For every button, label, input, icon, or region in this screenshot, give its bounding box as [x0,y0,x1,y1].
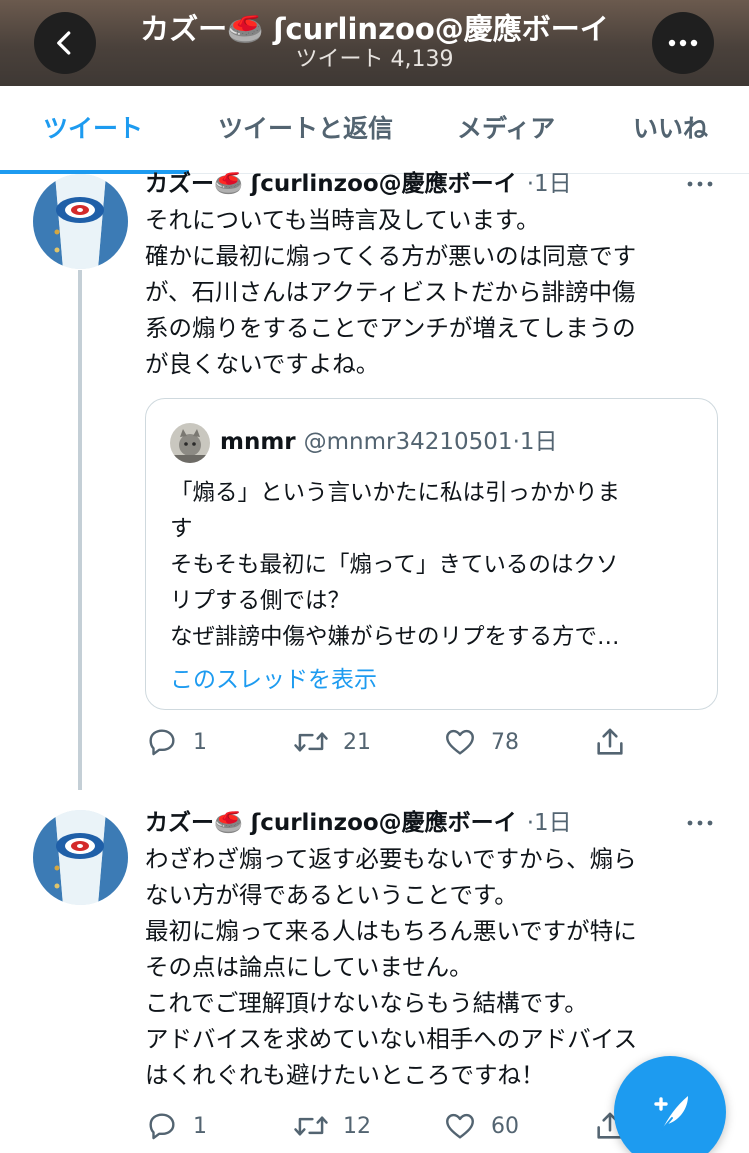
tweet-more-button[interactable] [680,168,720,200]
tweet-header: カズー🥌 ʃcurlinzoo@慶應ボーイ ·1日 [145,807,572,839]
tab-media[interactable]: メディア [457,86,555,174]
share-button[interactable] [593,722,627,762]
tweet-text-line: 確かに最初に煽ってくる方が悪いのは同意です [145,242,637,270]
like-button[interactable]: 78 [443,722,519,762]
reply-count: 1 [193,1113,207,1139]
quoted-tweet[interactable]: mnmr @mnmr34210501·1日 「煽る」という言いかたに私は引っかかり… [145,398,718,710]
tab-tweets[interactable]: ツイート [43,86,143,174]
more-horizontal-icon [687,820,713,826]
like-count: 78 [491,729,519,755]
retweet-count: 12 [343,1113,371,1139]
tab-likes[interactable]: いいね [633,86,708,174]
quoted-text-line: す [170,516,193,542]
tweet-text: わざわざ煽って返す必要もないですから、煽ら ない方が得であるということです。 最… [145,841,720,1093]
tweet-text-line: が、石川さんはアクティビストだから誹謗中傷 [145,278,636,306]
like-button[interactable]: 60 [443,1106,519,1146]
tweet-more-button[interactable] [680,807,720,839]
retweet-button[interactable]: 12 [293,1106,371,1146]
avatar[interactable] [33,810,128,905]
cat-avatar-image [170,423,210,463]
tweet-text-line: が良くないですよね。 [145,350,380,378]
retweet-button[interactable]: 21 [293,722,371,762]
tweet-actions: 1 21 78 [145,722,705,762]
tweet-text-line: アドバイスを求めていない相手へのアドバイス [145,1025,638,1053]
tweet-text-line: ない方が得であるということです。 [145,881,518,909]
avatar[interactable] [33,174,128,269]
tweet-header: カズー🥌 ʃcurlinzoo@慶應ボーイ ·1日 [145,168,572,200]
profile-header: カズー🥌 ʃcurlinzoo@慶應ボーイ ツイート 4,139 [0,0,749,86]
quoted-text-line: そもそも最初に「煽って」きているのはクソ [170,552,619,578]
quoted-avatar [170,423,210,463]
quoted-text-line: なぜ誹謗中傷や嫌がらせのリプをする方で… [170,624,620,650]
reply-icon [149,729,175,756]
quoted-text-line: リプする側では？ [170,588,351,614]
tweet-text-line: それについても当時言及しています。 [145,206,540,234]
quoted-text-line: 「煽る」という言いかたに私は引っかかりま [170,480,621,506]
heart-icon [446,729,474,755]
author-name[interactable]: カズー🥌 ʃcurlinzoo@慶應ボーイ [145,807,517,839]
tweet-time[interactable]: ·1日 [527,807,572,839]
retweet-icon [294,732,328,752]
quoted-handle-time: @mnmr34210501·1日 [303,429,558,455]
tweet-text: それについても当時言及しています。 確かに最初に煽ってくる方が悪いのは同意です … [145,202,720,382]
tweet-text-line: これでご理解頂けないならもう結構です。 [145,989,588,1017]
like-count: 60 [491,1113,519,1139]
reply-icon [149,1113,175,1140]
retweet-icon [294,1116,328,1136]
tweet-text-line: 系の煽りをすることでアンチが増えてしまうの [145,314,636,342]
more-horizontal-icon [687,181,713,187]
more-horizontal-icon [668,39,698,47]
share-icon [597,728,623,755]
thread-connector-line [78,270,82,790]
profile-tabs: ツイート ツイートと返信 メディア いいね [0,86,749,174]
tweet-text-line: 最初に煽って来る人はもちろん悪いですが特に [145,917,637,945]
quoted-text: 「煽る」という言いかたに私は引っかかりま す そもそも最初に「煽って」きているの… [170,475,698,655]
compose-tweet-icon [654,1096,688,1131]
tweet-time[interactable]: ·1日 [527,168,572,200]
heart-icon [446,1113,474,1139]
tab-tweets-and-replies[interactable]: ツイートと返信 [218,86,393,174]
more-button[interactable] [652,12,714,74]
profile-name-title: カズー🥌 ʃcurlinzoo@慶應ボーイ [140,12,609,46]
tweet-text-line: その点は論点にしていません。 [145,953,473,981]
quoted-header: mnmr @mnmr34210501·1日 [220,425,558,459]
reply-count: 1 [193,729,207,755]
tweet-text-line: わざわざ煽って返す必要もないですから、煽ら [145,845,637,873]
reply-button[interactable]: 1 [145,722,207,762]
quoted-author-name: mnmr [220,429,296,455]
retweet-count: 21 [343,729,371,755]
tweet-count: ツイート 4,139 [295,47,454,72]
show-thread-link[interactable]: このスレッドを表示 [170,663,377,697]
reply-button[interactable]: 1 [145,1106,207,1146]
curling-sheet-avatar-image [33,174,128,269]
author-name[interactable]: カズー🥌 ʃcurlinzoo@慶應ボーイ [145,168,517,200]
curling-sheet-avatar-image [33,810,128,905]
